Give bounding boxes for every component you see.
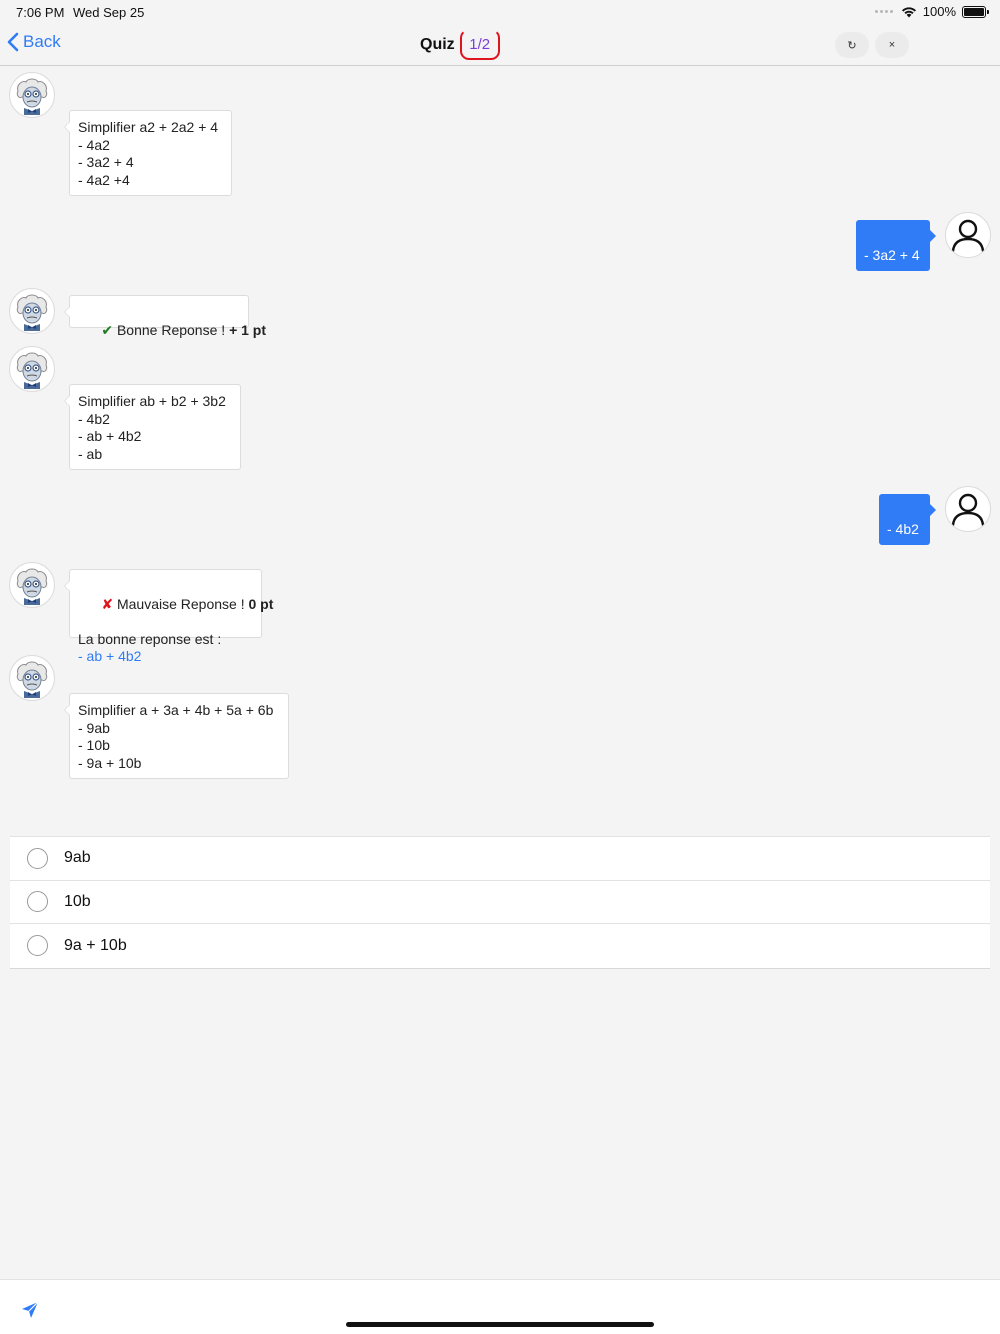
professor-icon <box>16 78 48 115</box>
chevron-left-icon <box>7 32 19 52</box>
choice-line: - 4b2 <box>78 410 110 427</box>
question-bubble-1: Simplifier a2 + 2a2 + 4 - 4a2 - 3a2 + 4 … <box>64 110 232 196</box>
user-icon <box>951 219 985 253</box>
professor-icon <box>16 352 48 389</box>
answer-bubble-2: - 4b2 <box>879 494 936 545</box>
quiz-progress-badge: 1/2 <box>459 29 500 60</box>
user-icon <box>951 493 985 527</box>
question-text: Simplifier a + 3a + 4b + 5a + 6b <box>78 702 274 718</box>
option-label: 10b <box>64 892 91 910</box>
bot-avatar <box>9 346 55 392</box>
choice-line: - 10b <box>78 737 110 753</box>
professor-icon <box>16 661 48 698</box>
option-label: 9ab <box>64 849 91 867</box>
cross-icon: ✘ <box>101 595 114 612</box>
page-title: Quiz 1/2 <box>420 29 500 60</box>
quiz-title: Quiz <box>420 35 455 53</box>
home-indicator[interactable] <box>346 1322 654 1327</box>
choice-line: - 4a2 <box>78 136 110 153</box>
question-bubble-2: Simplifier ab + b2 + 3b2 - 4b2 - ab + 4b… <box>64 384 241 470</box>
status-time: 7:06 PM <box>16 5 65 20</box>
refresh-icon: ↻ <box>847 39 857 52</box>
professor-icon <box>16 294 48 331</box>
result-points: + 1 pt <box>229 321 267 338</box>
checkmark-icon: ✔ <box>101 321 114 338</box>
user-avatar <box>945 486 991 532</box>
option-label: 9a + 10b <box>64 936 127 954</box>
choice-line: - ab + 4b2 <box>78 428 142 444</box>
status-bar: 7:06 PM Wed Sep 25 100% <box>0 0 1000 24</box>
result-bubble-1: ✔ Bonne Reponse ! + 1 pt <box>64 295 266 338</box>
question-text: Simplifier a2 + 2a2 + 4 <box>78 119 219 135</box>
radio-button[interactable] <box>27 847 48 869</box>
close-icon: × <box>888 39 896 51</box>
correct-answer-value: - ab + 4b2 <box>78 648 142 664</box>
choice-line: - 9ab <box>78 719 110 736</box>
navigation-bar: Back Quiz 1/2 ↻ × <box>0 24 1000 66</box>
battery-percent: 100% <box>922 4 956 19</box>
back-button[interactable]: Back <box>6 32 61 52</box>
professor-icon <box>16 568 48 605</box>
radio-button[interactable] <box>27 891 48 913</box>
result-points: 0 pt <box>248 595 274 612</box>
status-date: Wed Sep 25 <box>73 5 145 20</box>
answer-bubble-1: - 3a2 + 4 <box>856 220 936 271</box>
result-text: Bonne Reponse ! <box>113 321 230 338</box>
choice-line: - ab <box>78 445 103 462</box>
close-button[interactable]: × <box>875 32 909 58</box>
result-bubble-2: ✘ Mauvaise Reponse ! 0 pt La bonne repon… <box>64 569 273 664</box>
answer-text: - 3a2 + 4 <box>864 247 920 263</box>
answer-option[interactable]: 9ab <box>10 837 990 881</box>
question-text: Simplifier ab + b2 + 3b2 <box>78 393 226 409</box>
bot-avatar <box>9 72 55 118</box>
wifi-icon <box>901 6 916 17</box>
bottom-toolbar <box>0 1279 1000 1334</box>
question-bubble-3: Simplifier a + 3a + 4b + 5a + 6b - 9ab -… <box>64 693 289 779</box>
battery-icon <box>962 5 989 18</box>
bot-avatar <box>9 655 55 701</box>
send-button[interactable] <box>20 1300 40 1325</box>
choice-line: - 4a2 +4 <box>78 171 130 188</box>
back-label: Back <box>23 32 61 51</box>
answer-option[interactable]: 10b <box>10 881 990 924</box>
choice-line: - 9a + 10b <box>78 754 142 771</box>
bot-avatar <box>9 562 55 608</box>
result-text: Mauvaise Reponse ! <box>113 595 249 612</box>
send-icon <box>22 1301 39 1318</box>
bot-avatar <box>9 288 55 334</box>
radio-button[interactable] <box>27 935 48 957</box>
choice-line: - 3a2 + 4 <box>78 154 134 170</box>
signal-icon <box>874 10 893 13</box>
answer-text: - 4b2 <box>887 521 919 537</box>
status-indicators: 100% <box>874 4 989 19</box>
refresh-button[interactable]: ↻ <box>835 32 869 58</box>
user-avatar <box>945 212 991 258</box>
answer-options-list: 9ab 10b 9a + 10b <box>10 836 990 969</box>
correct-answer-label: La bonne reponse est : <box>78 630 222 647</box>
answer-option[interactable]: 9a + 10b <box>10 924 990 968</box>
